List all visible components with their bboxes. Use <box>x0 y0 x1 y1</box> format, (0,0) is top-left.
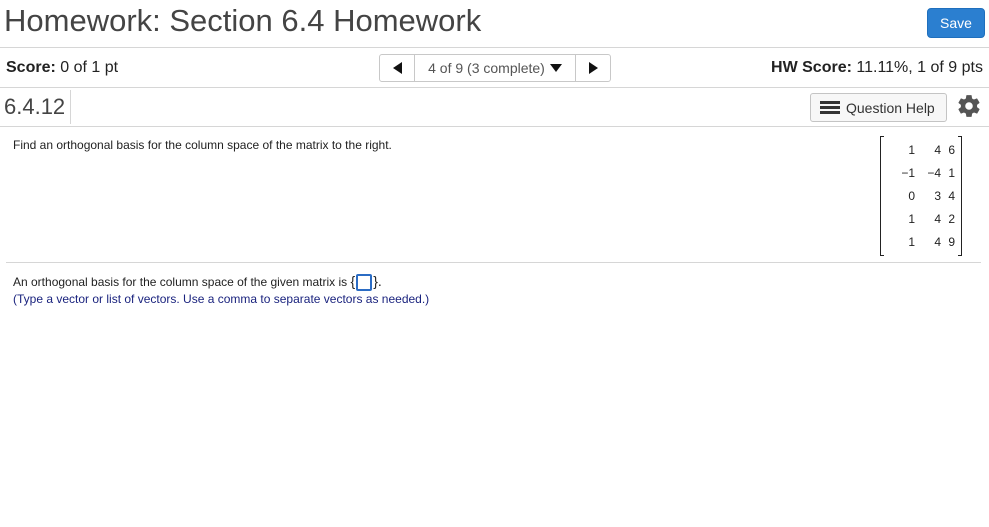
matrix-row: −1 −4 1 <box>886 166 958 184</box>
question-number: 6.4.12 <box>4 94 66 119</box>
score-value: 0 of 1 pt <box>60 59 119 76</box>
matrix-cell: 6 <box>948 143 955 157</box>
score-divider <box>0 87 989 88</box>
triangle-left-icon <box>392 62 402 74</box>
score-label: Score: <box>6 59 56 76</box>
hw-score-value: 11.11%, 1 of 9 pts <box>856 59 983 76</box>
question-prompt: Find an orthogonal basis for the column … <box>13 138 392 152</box>
matrix-row: 1 4 9 <box>886 235 958 253</box>
previous-question-button[interactable] <box>380 55 415 81</box>
matrix-right-bracket <box>958 136 962 256</box>
matrix-cell: −4 <box>927 166 941 180</box>
matrix-row: 1 4 6 <box>886 143 958 161</box>
matrix-row: 1 4 2 <box>886 212 958 230</box>
list-icon <box>820 100 840 115</box>
matrix-cell: 9 <box>948 235 955 249</box>
matrix-cell: 4 <box>934 235 941 249</box>
question-bar-divider <box>0 126 989 127</box>
open-brace: { <box>350 273 356 289</box>
matrix-cell: 1 <box>908 235 915 249</box>
page-title: Homework: Section 6.4 Homework <box>4 3 482 38</box>
triangle-right-icon <box>588 62 598 74</box>
save-button[interactable]: Save <box>927 8 985 38</box>
question-selector-dropdown[interactable]: 4 of 9 (3 complete) <box>415 55 575 81</box>
hw-score: HW Score: 11.11%, 1 of 9 pts <box>771 59 983 77</box>
answer-statement: An orthogonal basis for the column space… <box>13 273 382 292</box>
matrix-cell: 4 <box>948 189 955 203</box>
close-brace: }. <box>373 273 382 289</box>
matrix-cell: 0 <box>908 189 915 203</box>
question-number-divider <box>70 90 71 124</box>
matrix-cell: 4 <box>934 143 941 157</box>
pager-text: 4 of 9 (3 complete) <box>428 60 545 76</box>
matrix-cell: 2 <box>948 212 955 226</box>
matrix-cell: 1 <box>908 143 915 157</box>
answer-hint: (Type a vector or list of vectors. Use a… <box>13 292 430 306</box>
header-divider <box>0 47 989 48</box>
score: Score: 0 of 1 pt <box>6 59 118 77</box>
next-question-button[interactable] <box>575 55 610 81</box>
answer-text: An orthogonal basis for the column space… <box>13 275 348 289</box>
matrix-cell: 1 <box>908 212 915 226</box>
question-pager: 4 of 9 (3 complete) <box>379 54 611 82</box>
matrix-cell: 3 <box>934 189 941 203</box>
answer-input[interactable] <box>356 274 373 292</box>
matrix-cell: 4 <box>934 212 941 226</box>
gear-icon[interactable] <box>956 93 982 119</box>
question-help-label: Question Help <box>846 99 935 116</box>
question-help-button[interactable]: Question Help <box>810 93 947 122</box>
matrix: 1 4 6 −1 −4 1 0 3 4 1 4 2 1 4 9 <box>880 136 962 256</box>
matrix-cell: −1 <box>901 166 915 180</box>
answer-divider <box>6 262 981 263</box>
triangle-down-icon <box>549 64 562 72</box>
hw-score-label: HW Score: <box>771 59 852 76</box>
matrix-left-bracket <box>880 136 884 256</box>
matrix-cell: 1 <box>948 166 955 180</box>
matrix-row: 0 3 4 <box>886 189 958 207</box>
